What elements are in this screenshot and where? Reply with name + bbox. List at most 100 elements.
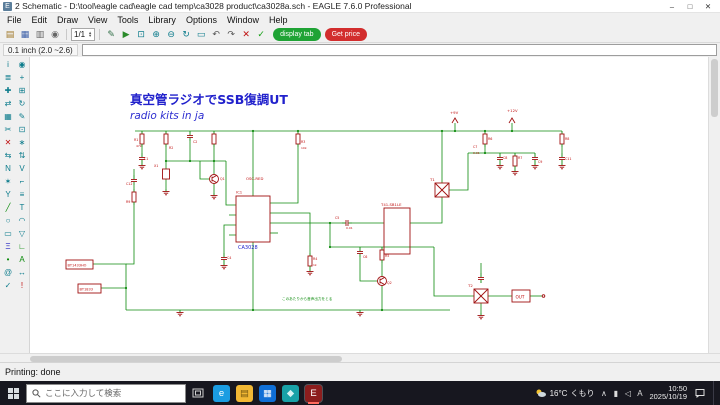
change-tool[interactable]: ✎ — [15, 110, 29, 123]
drawing-canvas[interactable]: 真空管ラジオでSSB復調UT radio kits in ja OSC-RED IC1… — [30, 57, 708, 353]
script-icon[interactable]: ✎ — [104, 27, 118, 41]
value-tool[interactable]: V — [15, 162, 29, 175]
maximize-button[interactable]: □ — [681, 0, 699, 12]
display-tool[interactable]: ≣ — [1, 71, 15, 84]
show-desktop-button[interactable] — [713, 381, 717, 405]
cut-tool[interactable]: ✂ — [1, 123, 15, 136]
move-tool[interactable]: ✚ — [1, 84, 15, 97]
group-tool[interactable]: ▦ — [1, 110, 15, 123]
name-tool[interactable]: N — [1, 162, 15, 175]
zoom-out-icon[interactable]: ⊖ — [164, 27, 178, 41]
invoke-tool[interactable]: ≡ — [15, 188, 29, 201]
svg-text:T41-SB1LE: T41-SB1LE — [380, 202, 402, 207]
add-tool[interactable]: ∗ — [15, 136, 29, 149]
network-icon[interactable]: ▮ — [611, 389, 620, 398]
tray-chevron-icon[interactable]: ∧ — [599, 389, 608, 398]
action-center-button[interactable] — [692, 381, 708, 405]
menu-item-edit[interactable]: Edit — [27, 15, 53, 25]
photos-icon[interactable]: ◆ — [282, 384, 299, 402]
taskbar-clock[interactable]: 10:50 2025/10/19 — [649, 384, 687, 402]
wire-tool[interactable]: ╱ — [1, 201, 15, 214]
replace-tool[interactable]: ⇅ — [15, 149, 29, 162]
taskbar-search-input[interactable]: ここに入力して検索 — [26, 383, 186, 403]
svg-text:C2: C2 — [193, 140, 197, 144]
display-tab-button[interactable]: display tab — [273, 27, 321, 41]
pinswap-tool[interactable]: ⇆ — [1, 149, 15, 162]
get-price-button[interactable]: Get price — [324, 27, 367, 41]
zoom-fit-icon[interactable]: ⊡ — [134, 27, 148, 41]
net-tool[interactable]: ∟ — [15, 240, 29, 253]
print-icon[interactable]: ▥ — [33, 27, 47, 41]
close-button[interactable]: ✕ — [699, 0, 717, 12]
schematic-canvas[interactable]: 真空管ラジオでSSB復調UT radio kits in ja OSC-RED IC1… — [30, 57, 708, 353]
zoom-in-icon[interactable]: ⊕ — [149, 27, 163, 41]
vertical-scrollbar-thumb[interactable] — [711, 59, 718, 117]
sheet-selector[interactable]: 1/1 ▲ ▼ — [71, 27, 96, 41]
horizontal-scrollbar[interactable] — [0, 353, 720, 362]
svg-text:+12V: +12V — [507, 108, 518, 113]
vertical-scrollbar[interactable] — [708, 57, 720, 353]
mark-tool[interactable]: + — [15, 71, 29, 84]
ime-icon[interactable]: A — [635, 389, 644, 398]
junction-tool[interactable]: • — [1, 253, 15, 266]
copy-tool[interactable]: ⊞ — [15, 84, 29, 97]
rect-tool[interactable]: ▭ — [1, 227, 15, 240]
paste-tool[interactable]: ⊡ — [15, 123, 29, 136]
go-icon[interactable]: ✓ — [254, 27, 268, 41]
mirror-tool[interactable]: ⇄ — [1, 97, 15, 110]
open-icon[interactable]: ▤ — [3, 27, 17, 41]
weather-widget[interactable]: 16°C くもり — [535, 388, 594, 399]
miter-tool[interactable]: ⌐ — [15, 175, 29, 188]
cam-icon[interactable]: ◉ — [48, 27, 62, 41]
menu-item-view[interactable]: View — [83, 15, 112, 25]
polygon-tool[interactable]: ▽ — [15, 227, 29, 240]
run-ulp-icon[interactable]: ▶ — [119, 27, 133, 41]
start-button[interactable] — [0, 381, 26, 405]
circle-tool[interactable]: ○ — [1, 214, 15, 227]
explorer-icon[interactable]: ▤ — [236, 384, 253, 402]
horizontal-scrollbar-thumb[interactable] — [30, 355, 342, 362]
erc-tool[interactable]: ✓ — [1, 279, 15, 292]
label-tool[interactable]: A — [15, 253, 29, 266]
minimize-button[interactable]: – — [663, 0, 681, 12]
menu-item-library[interactable]: Library — [143, 15, 181, 25]
menu-item-window[interactable]: Window — [222, 15, 264, 25]
svg-text:C12: C12 — [126, 182, 133, 186]
redo-icon[interactable]: ↷ — [224, 27, 238, 41]
show-tool[interactable]: ◉ — [15, 58, 29, 71]
errors-tool[interactable]: ! — [15, 279, 29, 292]
store-icon[interactable]: ▦ — [259, 384, 276, 402]
redraw-icon[interactable]: ↻ — [179, 27, 193, 41]
menu-item-tools[interactable]: Tools — [112, 15, 143, 25]
undo-icon[interactable]: ↶ — [209, 27, 223, 41]
text-tool[interactable]: T — [15, 201, 29, 214]
smash-tool[interactable]: ✶ — [1, 175, 15, 188]
command-line-input[interactable] — [81, 44, 717, 56]
sheet-spinner[interactable]: ▲ ▼ — [88, 30, 92, 38]
menu-item-draw[interactable]: Draw — [52, 15, 83, 25]
schematic-labels: 真空管ラジオでSSB復調UT radio kits in ja OSC-RED IC1… — [68, 92, 572, 301]
arc-tool[interactable]: ◠ — [15, 214, 29, 227]
toolbar-separator — [66, 28, 67, 40]
svg-text:1k: 1k — [313, 263, 317, 267]
svg-text:R3: R3 — [301, 140, 305, 144]
eagle-taskbar-icon[interactable]: E — [305, 384, 322, 402]
split-tool[interactable]: Y — [1, 188, 15, 201]
dimension-tool[interactable]: ↔ — [15, 266, 29, 279]
edge-icon[interactable]: e — [213, 384, 230, 402]
task-view-button[interactable] — [186, 381, 210, 405]
stop-icon[interactable]: ✕ — [239, 27, 253, 41]
menu-item-file[interactable]: File — [2, 15, 27, 25]
delete-tool[interactable]: ✕ — [1, 136, 15, 149]
svg-text:C4: C4 — [227, 256, 231, 260]
info-tool[interactable]: i — [1, 58, 15, 71]
menu-item-options[interactable]: Options — [181, 15, 222, 25]
save-icon[interactable]: ▦ — [18, 27, 32, 41]
bus-tool[interactable]: Ξ — [1, 240, 15, 253]
attribute-tool[interactable]: @ — [1, 266, 15, 279]
zoom-select-icon[interactable]: ▭ — [194, 27, 208, 41]
speaker-icon[interactable]: ◁ — [623, 389, 632, 398]
taskbar-app-icons: e ▤ ▦ ◆ E — [210, 384, 325, 402]
menu-item-help[interactable]: Help — [264, 15, 293, 25]
rotate-tool[interactable]: ↻ — [15, 97, 29, 110]
